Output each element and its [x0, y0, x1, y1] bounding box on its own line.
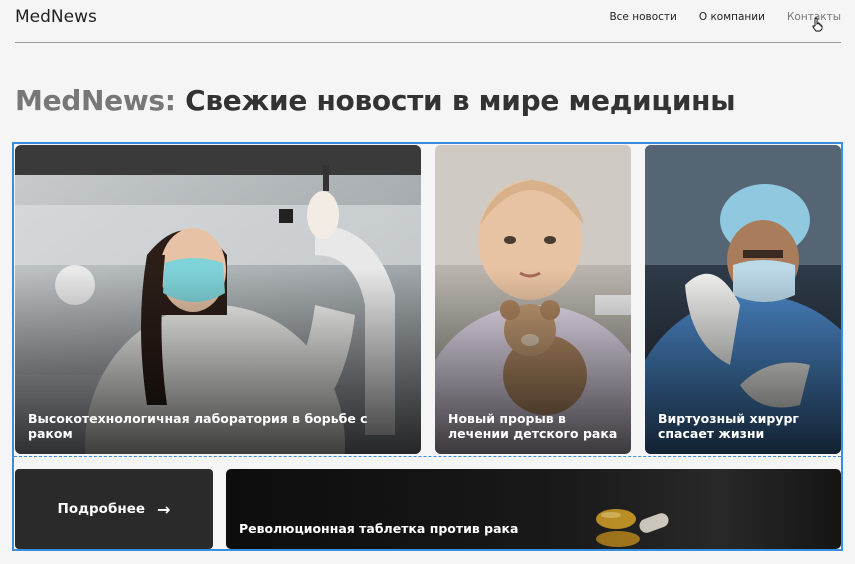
news-card-pill[interactable]: Революционная таблетка против рака	[226, 469, 841, 549]
news-grid: Высокотехнологичная лаборатория в борьбе…	[12, 142, 843, 551]
card-title[interactable]: Виртуозный хирург спасает жизни	[658, 411, 831, 441]
nav-all-news[interactable]: Все новости	[609, 11, 676, 23]
news-card-surgeon[interactable]: Виртуозный хирург спасает жизни	[645, 145, 841, 454]
more-button-label: Подробнее	[57, 501, 146, 517]
arrow-right-icon: →	[157, 499, 171, 519]
logo[interactable]: MedNews	[15, 7, 97, 27]
grid-divider	[14, 456, 841, 457]
page-title-brand: MedNews:	[15, 84, 176, 117]
card-title[interactable]: Революционная таблетка против рака	[239, 521, 831, 536]
more-button[interactable]: Подробнее →	[15, 469, 213, 549]
card-title[interactable]: Высокотехнологичная лаборатория в борьбе…	[28, 411, 411, 441]
card-title[interactable]: Новый прорыв в лечении детского рака	[448, 411, 621, 441]
card-overlay	[226, 469, 841, 549]
news-card-laboratory[interactable]: Высокотехнологичная лаборатория в борьбе…	[15, 145, 421, 454]
page-title: MedNews: Свежие новости в мире медицины	[15, 84, 736, 117]
page-title-text: Свежие новости в мире медицины	[175, 84, 736, 117]
main-nav: Все новости О компании Контакты	[609, 11, 841, 23]
nav-about[interactable]: О компании	[699, 11, 765, 23]
news-card-child-cancer[interactable]: Новый прорыв в лечении детского рака	[435, 145, 631, 454]
site-header: MedNews Все новости О компании Контакты	[15, 0, 841, 43]
hand-cursor-icon	[812, 17, 823, 32]
